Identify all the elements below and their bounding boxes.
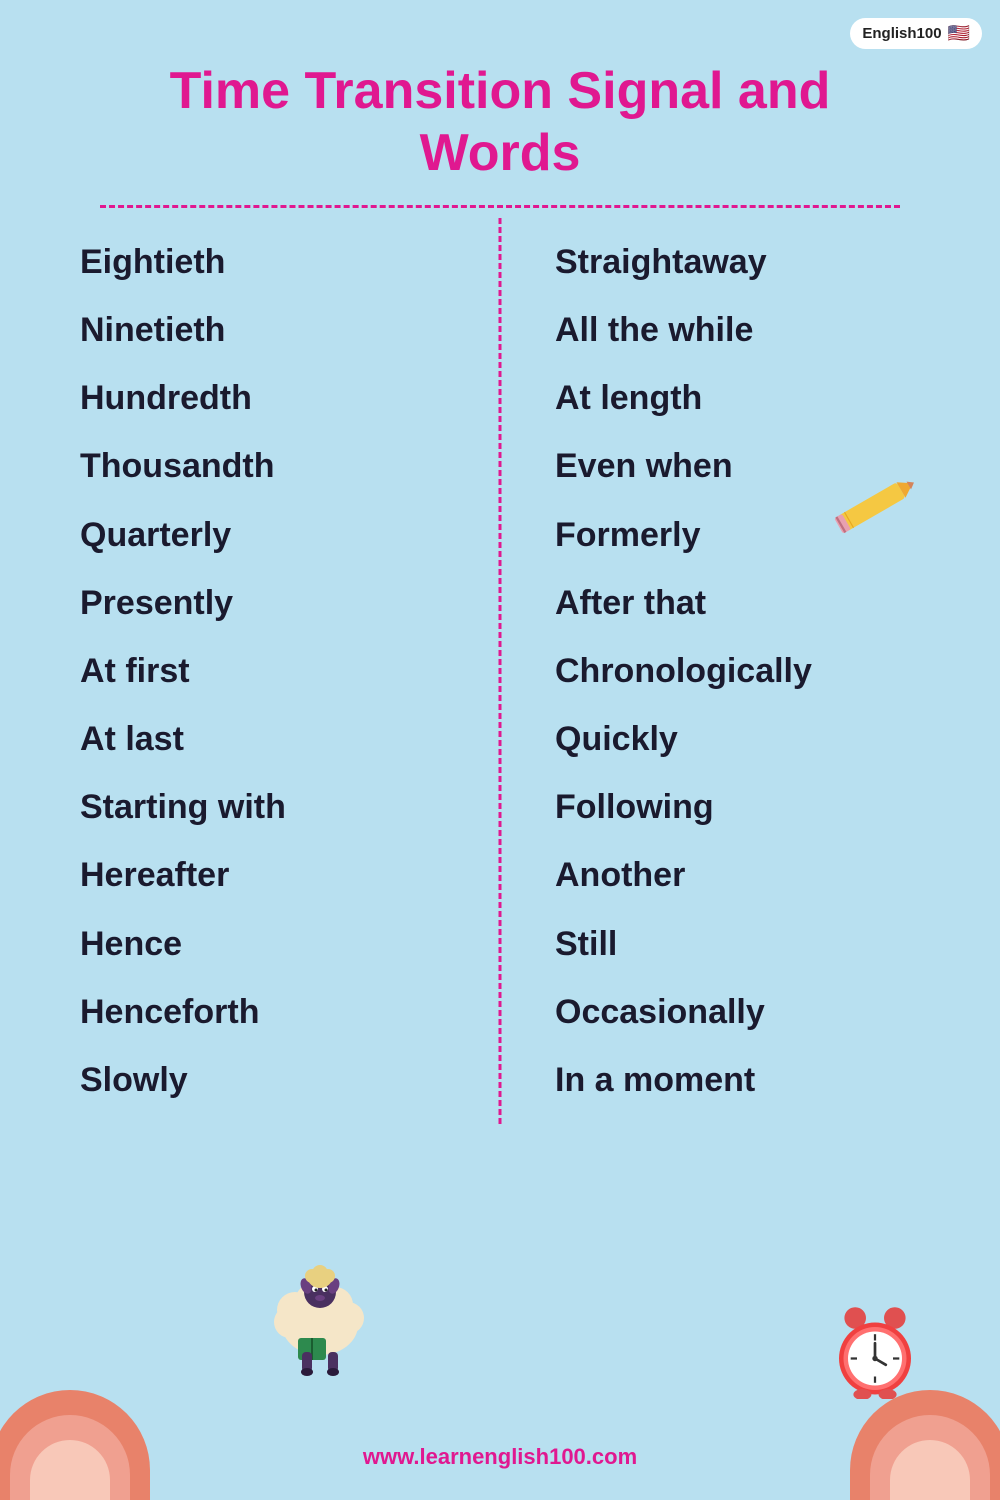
vertical-divider <box>499 218 502 1124</box>
clock-character <box>830 1300 920 1390</box>
title-line1: Time Transition Signal and <box>170 62 831 120</box>
left-word-item: Starting with <box>80 773 465 841</box>
left-word-item: Hundredth <box>80 364 465 432</box>
left-word-item: Eightieth <box>80 228 465 296</box>
page-wrapper: English100 🇺🇸 Time Transition Signal and… <box>0 0 1000 1500</box>
right-word-item: All the while <box>555 296 940 364</box>
horizontal-divider <box>100 205 900 208</box>
left-word-item: Hence <box>80 910 465 978</box>
right-word-item: Still <box>555 910 940 978</box>
brand-badge: English100 🇺🇸 <box>850 18 982 49</box>
right-word-item: Occasionally <box>555 978 940 1046</box>
right-word-item: At length <box>555 364 940 432</box>
left-word-item: Ninetieth <box>80 296 465 364</box>
right-word-item: Following <box>555 773 940 841</box>
left-word-item: Thousandth <box>80 432 465 500</box>
left-word-item: At first <box>80 637 465 705</box>
bottom-arches <box>0 1380 1000 1500</box>
right-word-item: Straightaway <box>555 228 940 296</box>
left-word-item: Hereafter <box>80 841 465 909</box>
right-column: StraightawayAll the whileAt lengthEven w… <box>495 218 970 1124</box>
title-line2: Words <box>420 124 581 182</box>
right-word-item: Chronologically <box>555 637 940 705</box>
left-word-item: Quarterly <box>80 501 465 569</box>
badge-text: English100 <box>862 25 941 42</box>
flag-icon: 🇺🇸 <box>948 23 970 44</box>
arch-right <box>840 1380 1000 1500</box>
footer-url: www.learnenglish100.com <box>363 1444 637 1470</box>
right-word-item: Quickly <box>555 705 940 773</box>
sheep-character <box>260 1250 380 1380</box>
arch-left <box>0 1380 160 1500</box>
right-word-item: In a moment <box>555 1046 940 1114</box>
right-word-item: After that <box>555 569 940 637</box>
left-word-item: At last <box>80 705 465 773</box>
left-word-item: Slowly <box>80 1046 465 1114</box>
left-column: EightiethNinetiethHundredthThousandthQua… <box>30 218 495 1124</box>
right-word-item: Another <box>555 841 940 909</box>
left-word-item: Presently <box>80 569 465 637</box>
columns-container: EightiethNinetiethHundredthThousandthQua… <box>0 218 1000 1124</box>
left-word-item: Henceforth <box>80 978 465 1046</box>
